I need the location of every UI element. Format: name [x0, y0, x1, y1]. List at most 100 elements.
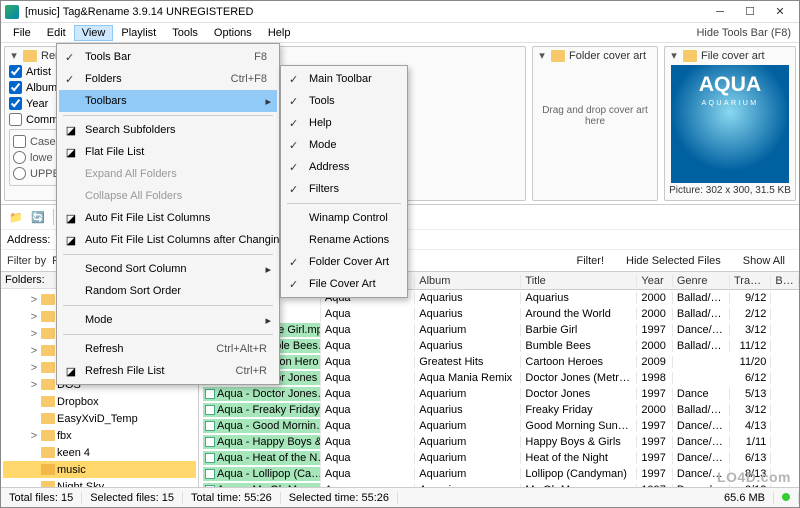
- table-row[interactable]: Aqua - Heat of the N…AquaAquariumHeat of…: [199, 450, 799, 466]
- table-row[interactable]: Aqua - Good Mornin…AquaAquariumGood Morn…: [199, 418, 799, 434]
- menu-item[interactable]: Mode▸: [59, 309, 277, 331]
- menu-item[interactable]: ◪Auto Fit File List Columns after Changi…: [59, 229, 277, 251]
- refresh-icon[interactable]: 🔄: [29, 208, 47, 226]
- menu-view[interactable]: View: [74, 25, 114, 41]
- file-icon: [683, 50, 697, 62]
- menu-item[interactable]: ◪Refresh File ListCtrl+R: [59, 360, 277, 382]
- close-button[interactable]: ✕: [765, 2, 795, 22]
- menu-item: Collapse All Folders: [59, 185, 277, 207]
- col-album[interactable]: Album: [415, 275, 521, 287]
- selected-time: Selected time: 55:26: [281, 492, 398, 504]
- watermark: LO4D.com: [717, 469, 791, 485]
- folder-icon: [41, 362, 55, 373]
- flat-icon: ◪: [63, 144, 79, 160]
- menu-options[interactable]: Options: [206, 25, 260, 41]
- hide-tools-hint[interactable]: Hide Tools Bar (F8): [696, 27, 795, 39]
- toolbars-submenu[interactable]: ✓Main Toolbar✓Tools✓Help✓Mode✓Address✓Fi…: [280, 65, 408, 298]
- menu-item[interactable]: ◪Auto Fit File List Columns: [59, 207, 277, 229]
- tree-node[interactable]: Dropbox: [3, 393, 196, 410]
- folder-icon: [41, 345, 55, 356]
- table-row[interactable]: Aqua - Barbie Girl.mp3AquaAquariumBarbie…: [199, 322, 799, 338]
- menu-tools[interactable]: Tools: [164, 25, 206, 41]
- menu-edit[interactable]: Edit: [39, 25, 74, 41]
- menu-item[interactable]: ◪Flat File List: [59, 141, 277, 163]
- file-grid[interactable]: arius.mp3AquaAquariusAquarius2000Ballad/…: [199, 290, 799, 499]
- submenu-item[interactable]: Rename Actions: [283, 229, 405, 251]
- show-all-button[interactable]: Show All: [735, 254, 793, 268]
- app-icon: [5, 5, 19, 19]
- folder-icon: [41, 328, 55, 339]
- menu-item[interactable]: ✓Tools BarF8: [59, 46, 277, 68]
- table-row[interactable]: Aqua - Doctor Jones…AquaAquariumDoctor J…: [199, 386, 799, 402]
- folder-icon: [41, 464, 55, 475]
- folder-icon: [41, 430, 55, 441]
- col-track[interactable]: Track #: [730, 275, 771, 287]
- window-title: [music] Tag&Rename 3.9.14 UNREGISTERED: [25, 6, 705, 18]
- menu-item: Expand All Folders: [59, 163, 277, 185]
- submenu-item[interactable]: Winamp Control: [283, 207, 405, 229]
- col-bitrate[interactable]: Bitrat: [771, 275, 799, 287]
- folder-icon: [41, 311, 55, 322]
- folder-icon: [41, 396, 55, 407]
- menu-item[interactable]: Toolbars▸: [59, 90, 277, 112]
- refresh-icon: ◪: [63, 363, 79, 379]
- table-row[interactable]: Aqua - Happy Boys &…AquaAquariumHappy Bo…: [199, 434, 799, 450]
- menu-item[interactable]: Random Sort Order: [59, 280, 277, 302]
- folder-art-dropzone[interactable]: Drag and drop cover art here: [537, 65, 653, 167]
- menu-help[interactable]: Help: [260, 25, 299, 41]
- col-year[interactable]: Year: [637, 275, 673, 287]
- folder-icon: [551, 50, 565, 62]
- statusbar: Total files: 15 Selected files: 15 Total…: [1, 487, 799, 507]
- menu-item[interactable]: ◪Search Subfolders: [59, 119, 277, 141]
- maximize-button[interactable]: ☐: [735, 2, 765, 22]
- menu-file[interactable]: File: [5, 25, 39, 41]
- autofit-icon: ◪: [63, 232, 79, 248]
- tree-node[interactable]: EasyXviD_Temp: [3, 410, 196, 427]
- submenu-item[interactable]: ✓Address: [283, 156, 405, 178]
- submenu-item[interactable]: ✓Folder Cover Art: [283, 251, 405, 273]
- selected-files: Selected files: 15: [82, 492, 183, 504]
- filter-button[interactable]: Filter!: [569, 254, 613, 268]
- hide-selected-button[interactable]: Hide Selected Files: [618, 254, 729, 268]
- folder-icon: [41, 294, 55, 305]
- cover-art-caption: Picture: 302 x 300, 31.5 KB: [669, 185, 791, 196]
- menu-item[interactable]: ✓FoldersCtrl+F8: [59, 68, 277, 90]
- folder-icon: [41, 447, 55, 458]
- submenu-item[interactable]: ✓Mode: [283, 134, 405, 156]
- filter-by-label: Filter by: [7, 255, 46, 267]
- table-row[interactable]: Aqua - Cartoon Hero…AquaGreatest HitsCar…: [199, 354, 799, 370]
- address-label: Address:: [7, 234, 50, 246]
- tree-node[interactable]: >fbx: [3, 427, 196, 444]
- menu-item[interactable]: RefreshCtrl+Alt+R: [59, 338, 277, 360]
- submenu-item[interactable]: ✓Tools: [283, 90, 405, 112]
- folder-icon: [41, 413, 55, 424]
- folder-icon: [41, 379, 55, 390]
- menu-item[interactable]: Second Sort Column▸: [59, 258, 277, 280]
- table-row[interactable]: Aqua - Freaky Friday…AquaAquariusFreaky …: [199, 402, 799, 418]
- titlebar: [music] Tag&Rename 3.9.14 UNREGISTERED ─…: [1, 1, 799, 23]
- col-genre[interactable]: Genre: [673, 275, 730, 287]
- cover-art-image[interactable]: [671, 65, 789, 183]
- up-folder-icon[interactable]: 📁: [7, 208, 25, 226]
- minimize-button[interactable]: ─: [705, 2, 735, 22]
- table-row[interactable]: nd the…AquaAquariusAround the World2000B…: [199, 306, 799, 322]
- table-row[interactable]: Aqua - Doctor Jones …AquaAqua Mania Remi…: [199, 370, 799, 386]
- autofit-icon: ◪: [63, 210, 79, 226]
- submenu-item[interactable]: ✓Filters: [283, 178, 405, 200]
- status-led: [782, 493, 790, 501]
- submenu-item[interactable]: ✓File Cover Art: [283, 273, 405, 295]
- view-menu[interactable]: ✓Tools BarF8✓FoldersCtrl+F8Toolbars▸ ◪Sea…: [56, 43, 280, 385]
- folder-icon: [23, 50, 37, 62]
- total-files: Total files: 15: [1, 492, 82, 504]
- table-row[interactable]: Aqua - Bumble Bees…AquaAquariusBumble Be…: [199, 338, 799, 354]
- folder-cover-art-panel: ▾Folder cover art Drag and drop cover ar…: [532, 46, 658, 201]
- menu-playlist[interactable]: Playlist: [113, 25, 164, 41]
- col-title[interactable]: Title: [521, 275, 637, 287]
- tree-node[interactable]: music: [3, 461, 196, 478]
- total-time: Total time: 55:26: [183, 492, 281, 504]
- tree-node[interactable]: keen 4: [3, 444, 196, 461]
- files-column: File Artist Album Title Year Genre Track…: [199, 272, 799, 499]
- submenu-item[interactable]: ✓Main Toolbar: [283, 68, 405, 90]
- submenu-item[interactable]: ✓Help: [283, 112, 405, 134]
- table-row[interactable]: Aqua - Lollipop (Ca…AquaAquariumLollipop…: [199, 466, 799, 482]
